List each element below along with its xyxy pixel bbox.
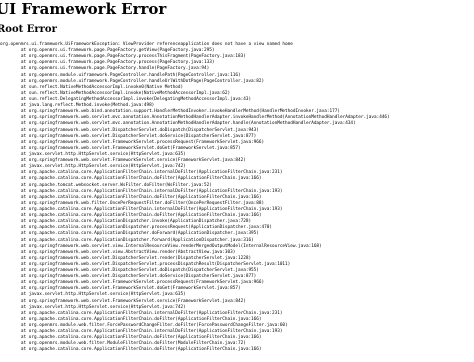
stacktrace: org.openmrs.ui.framework.UiFrameworkExce… [0, 42, 390, 354]
error-page: UI Framework Error Root Error org.openmr… [0, 0, 474, 362]
page-title: UI Framework Error [0, 0, 167, 18]
section-title-root-error: Root Error [0, 24, 57, 35]
stacktrace-line: at org.springframework.web.servlet.mvc.a… [0, 121, 356, 127]
stacktrace-line: at org.apache.catalina.core.ApplicationF… [0, 347, 262, 353]
